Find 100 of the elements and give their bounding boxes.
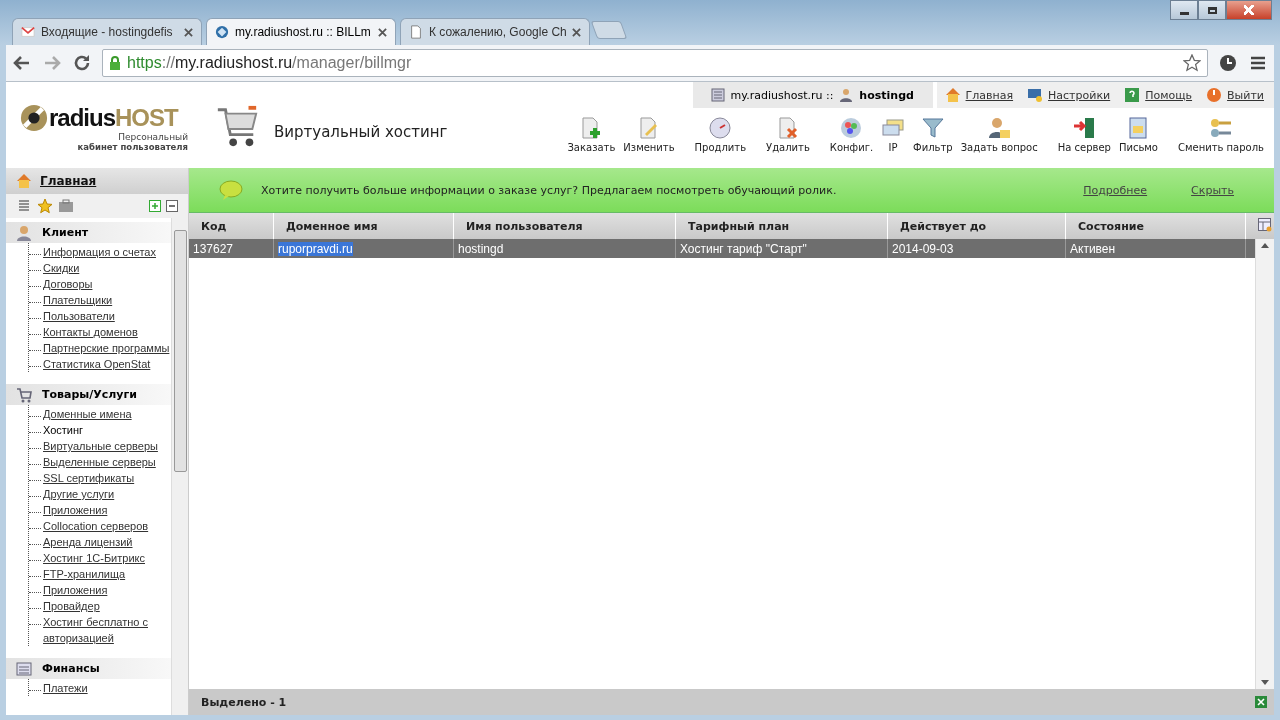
table-row[interactable]: 137627 ruporpravdi.ru hostingd Хостинг тариф "Старт" 2014-09-03 Активен [189,239,1255,258]
expand-all-icon[interactable] [149,200,161,212]
house-icon [944,87,961,103]
table-cell: hostingd [458,241,504,256]
help-icon [1124,87,1141,103]
browser-tab[interactable]: Входящие - hostingdefis [12,18,202,45]
table-cell: ruporpravdi.ru [278,241,353,256]
banner-link[interactable]: Скрыть [1191,183,1234,197]
header-link[interactable]: Главная [944,87,1014,103]
shopping-cart-icon [16,386,32,403]
sidebar-link[interactable]: Провайдер [43,598,100,614]
logo-wordmark: radiusHOST [49,104,178,132]
toolbar-button[interactable]: На сервер [1053,116,1115,153]
selection-count: Выделено - 1 [201,695,287,709]
header-link[interactable]: Настройки [1027,87,1111,103]
sidebar-link[interactable]: Договоры [43,276,93,292]
url-text: https://my.radiushost.ru/manager/billmgr [127,54,413,72]
power-icon [1206,87,1223,103]
site-icon [215,25,229,39]
sidebar-link[interactable]: Статистика OpenStat [43,356,151,372]
sidebar-link[interactable]: FTP-хранилища [43,566,126,582]
banner-message: Хотите получить больше информации о заказе услуг? Предлагаем посмотреть обучающий ролик. [261,183,838,197]
sidebar-link[interactable]: Аренда лицензий [43,534,133,550]
sidebar-link[interactable]: SSL сертификаты [43,470,135,486]
sidebar-link[interactable]: Партнерские программы [43,340,170,356]
toolbar-button[interactable]: Удалить [762,116,814,153]
banner-link[interactable]: Подробнее [1083,183,1148,197]
calculator-icon [16,660,32,677]
header-link[interactable]: Выйти [1206,87,1264,103]
logo-mark-icon [20,104,48,132]
sidebar-link[interactable]: Приложения [43,502,108,518]
sidebar-link[interactable]: Выделенные серверы [43,454,156,470]
home-link[interactable]: Главная [6,168,188,194]
browser-tab[interactable]: К сожалению, Google Ch [400,18,590,45]
toolbar-button[interactable]: Фильтр [909,116,957,153]
minimize-icon[interactable] [1170,0,1198,20]
sidebar-link[interactable]: Другие услуги [43,486,115,502]
table-cell: Хостинг тариф "Старт" [680,241,807,256]
close-icon[interactable] [572,27,581,37]
sidebar-link[interactable]: Виртуальные серверы [43,438,158,454]
user-name: hostingd [859,88,914,102]
star-icon[interactable] [1183,54,1201,72]
header-link[interactable]: Помощь [1124,87,1193,103]
sidebar-link[interactable]: Контакты доменов [43,324,138,340]
close-icon[interactable] [378,27,387,37]
toolbar-button[interactable]: Заказать [563,116,620,153]
toolbar-button[interactable]: Письмо [1114,116,1162,153]
browser-tab[interactable]: my.radiushost.ru :: BILLm [206,18,396,45]
sidebar-link[interactable]: Хостинг 1С-Битрикс [43,550,145,566]
sidebar-link[interactable]: Доменные имена [43,406,132,422]
toolbar-button[interactable]: Продлить [690,116,751,153]
keys-icon [1209,116,1233,140]
sidebar-link[interactable]: Collocation серверов [43,518,149,534]
table-cell: 2014-09-03 [892,241,954,256]
table-settings-icon[interactable] [1258,218,1272,232]
star-icon[interactable] [37,198,53,214]
toolbar-button[interactable]: Конфиг. [825,116,878,153]
toolbar-button[interactable]: Изменить [619,116,679,153]
toolbar-button[interactable]: IP [877,116,910,153]
spreadsheet-icon[interactable] [1254,695,1268,709]
logo-subtitle: кабинет пользователя [77,142,189,152]
sidebar-link[interactable]: Скидки [43,260,80,276]
section-header[interactable]: Клиент [6,222,171,243]
scrollbar[interactable] [1255,239,1274,689]
address-bar[interactable]: https://my.radiushost.ru/manager/billmgr [102,49,1208,77]
table-cell: 137627 [193,241,234,256]
sidebar-link[interactable]: Плательщики [43,292,113,308]
lock-icon [109,55,121,71]
sidebar-link[interactable]: Информация о счетах [43,244,156,260]
sphere-icon [839,116,864,140]
server-arrow-icon [1072,116,1097,140]
page-title: Виртуальный хостинг [274,123,448,141]
user-icon [839,88,854,102]
monitor-icon [1027,87,1044,103]
funnel-icon [920,116,945,140]
document-icon [409,25,423,39]
toolbar-button[interactable]: Задать вопрос [956,116,1042,153]
person-letter-icon [987,116,1012,140]
close-icon[interactable] [184,27,193,37]
house-icon [16,173,32,189]
sidebar-link[interactable]: Пользователи [43,308,115,324]
clock-icon[interactable] [1218,53,1238,73]
site-label: my.radiushost.ru :: [730,88,834,102]
section-header[interactable]: Финансы [6,658,171,679]
envelope-icon [21,25,35,39]
maximize-icon[interactable] [1198,0,1226,20]
sidebar-link[interactable]: Хостинг бесплатно с авторизацией [43,614,171,646]
section-header[interactable]: Товары/Услуги [6,384,171,405]
reload-icon[interactable] [72,53,92,73]
sidebar-link[interactable]: Хостинг [43,422,84,438]
list-icon[interactable] [16,198,32,214]
collapse-all-icon[interactable] [166,200,178,212]
table-cell: Активен [1070,241,1116,256]
scrollbar[interactable] [171,218,188,715]
sidebar-link[interactable]: Платежи [43,680,88,696]
logo[interactable]: radiusHOST Персональный кабинет пользователя [6,82,196,152]
briefcase-icon[interactable] [58,198,74,214]
sidebar-link[interactable]: Приложения [43,582,108,598]
toolbar-button[interactable]: Сменить пароль [1173,116,1268,153]
close-icon[interactable] [1226,0,1272,20]
